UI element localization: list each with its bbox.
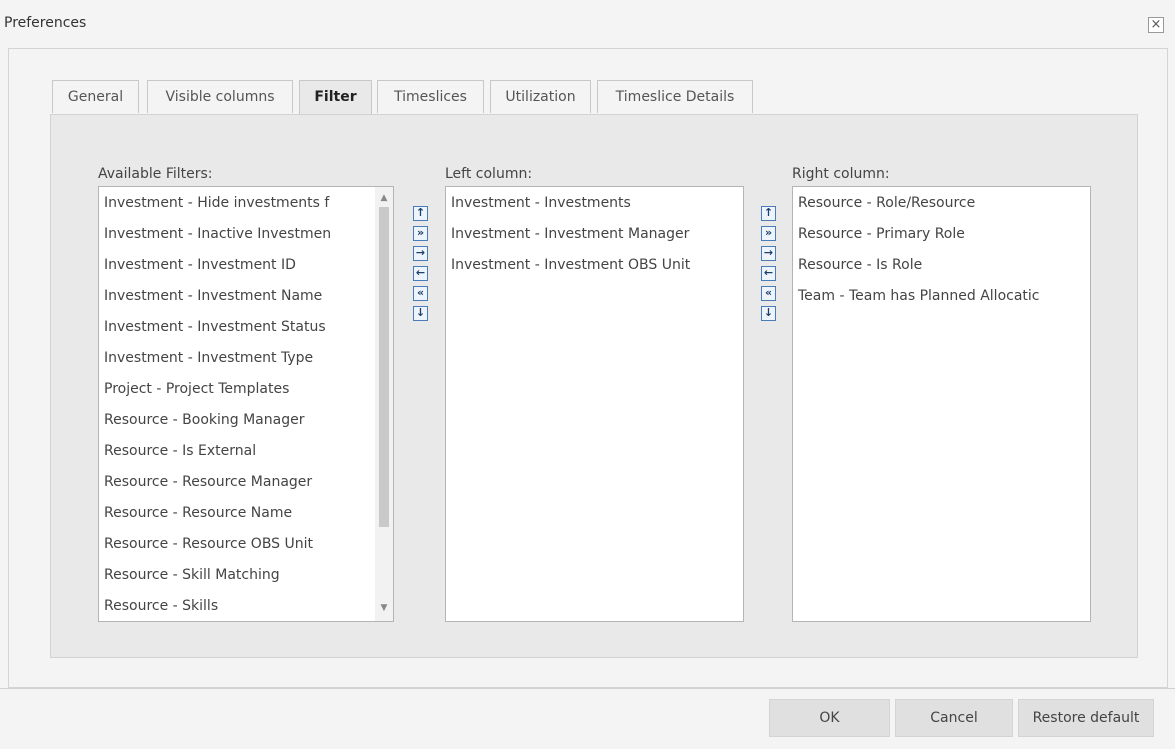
scroll-up-icon[interactable]: ▲ bbox=[375, 189, 393, 207]
scroll-thumb[interactable] bbox=[379, 207, 389, 527]
list-item[interactable]: Investment - Investment Name bbox=[99, 281, 377, 312]
list-item[interactable]: Resource - Resource Manager bbox=[99, 467, 377, 498]
tab-filter[interactable]: Filter bbox=[299, 80, 372, 115]
move-down-left-icon[interactable]: ↓ bbox=[413, 306, 428, 321]
list-item[interactable]: Investment - Investment Status bbox=[99, 312, 377, 343]
right-column-label: Right column: bbox=[792, 166, 890, 182]
add-all-right-icon[interactable]: » bbox=[761, 226, 776, 241]
list-item[interactable]: Resource - Skills bbox=[99, 591, 377, 621]
left-column-items: Investment - Investments Investment - In… bbox=[446, 188, 743, 281]
list-item[interactable]: Investment - Investment Manager bbox=[446, 219, 743, 250]
list-item[interactable]: Project - Project Templates bbox=[99, 374, 377, 405]
list-item[interactable]: Resource - Primary Role bbox=[793, 219, 1090, 250]
list-item[interactable]: Resource - Booking Manager bbox=[99, 405, 377, 436]
list-item[interactable]: Investment - Investment OBS Unit bbox=[446, 250, 743, 281]
list-item[interactable]: Resource - Is Role bbox=[793, 250, 1090, 281]
move-down-right-icon[interactable]: ↓ bbox=[761, 306, 776, 321]
tab-general[interactable]: General bbox=[52, 80, 139, 113]
move-up-right-icon[interactable]: ↑ bbox=[761, 206, 776, 221]
move-up-left-icon[interactable]: ↑ bbox=[413, 206, 428, 221]
list-item[interactable]: Investment - Investment Type bbox=[99, 343, 377, 374]
list-item[interactable]: Team - Team has Planned Allocatic bbox=[793, 281, 1090, 312]
remove-all-left-icon[interactable]: « bbox=[413, 286, 428, 301]
add-all-left-icon[interactable]: » bbox=[413, 226, 428, 241]
tab-utilization[interactable]: Utilization bbox=[490, 80, 591, 113]
list-item[interactable]: Investment - Investment ID bbox=[99, 250, 377, 281]
list-item[interactable]: Investment - Investments bbox=[446, 188, 743, 219]
list-item[interactable]: Resource - Skill Matching bbox=[99, 560, 377, 591]
list-item[interactable]: Investment - Inactive Investmen bbox=[99, 219, 377, 250]
available-filters-label: Available Filters: bbox=[98, 166, 213, 182]
list-item[interactable]: Resource - Is External bbox=[99, 436, 377, 467]
left-column-list[interactable]: Investment - Investments Investment - In… bbox=[445, 186, 744, 622]
dialog-title: Preferences bbox=[4, 15, 87, 31]
list-item[interactable]: Resource - Resource OBS Unit bbox=[99, 529, 377, 560]
remove-right-icon[interactable]: ← bbox=[761, 266, 776, 281]
list-item[interactable]: Investment - Hide investments f bbox=[99, 188, 377, 219]
remove-all-right-icon[interactable]: « bbox=[761, 286, 776, 301]
footer-divider bbox=[0, 688, 1175, 689]
remove-left-icon[interactable]: ← bbox=[413, 266, 428, 281]
ok-button[interactable]: OK bbox=[769, 699, 890, 737]
available-filters-scrollbar[interactable]: ▲ ▼ bbox=[375, 187, 393, 621]
dialog-titlebar: Preferences × bbox=[0, 0, 1175, 48]
cancel-button[interactable]: Cancel bbox=[895, 699, 1013, 737]
available-filters-list[interactable]: Investment - Hide investments f Investme… bbox=[98, 186, 394, 622]
scroll-down-icon[interactable]: ▼ bbox=[375, 599, 393, 617]
left-column-label: Left column: bbox=[445, 166, 533, 182]
right-column-list[interactable]: Resource - Role/Resource Resource - Prim… bbox=[792, 186, 1091, 622]
list-item[interactable]: Resource - Resource Name bbox=[99, 498, 377, 529]
list-item[interactable]: Resource - Role/Resource bbox=[793, 188, 1090, 219]
tab-timeslice-details[interactable]: Timeslice Details bbox=[597, 80, 753, 113]
tab-timeslices[interactable]: Timeslices bbox=[377, 80, 484, 113]
close-icon[interactable]: × bbox=[1148, 17, 1164, 33]
add-right-icon[interactable]: → bbox=[761, 246, 776, 261]
preferences-dialog: Preferences × General Visible columns Fi… bbox=[0, 0, 1175, 749]
add-left-icon[interactable]: → bbox=[413, 246, 428, 261]
available-filters-items: Investment - Hide investments f Investme… bbox=[99, 188, 377, 621]
right-column-items: Resource - Role/Resource Resource - Prim… bbox=[793, 188, 1090, 312]
tab-visible-columns[interactable]: Visible columns bbox=[147, 80, 293, 113]
restore-default-button[interactable]: Restore default bbox=[1018, 699, 1154, 737]
